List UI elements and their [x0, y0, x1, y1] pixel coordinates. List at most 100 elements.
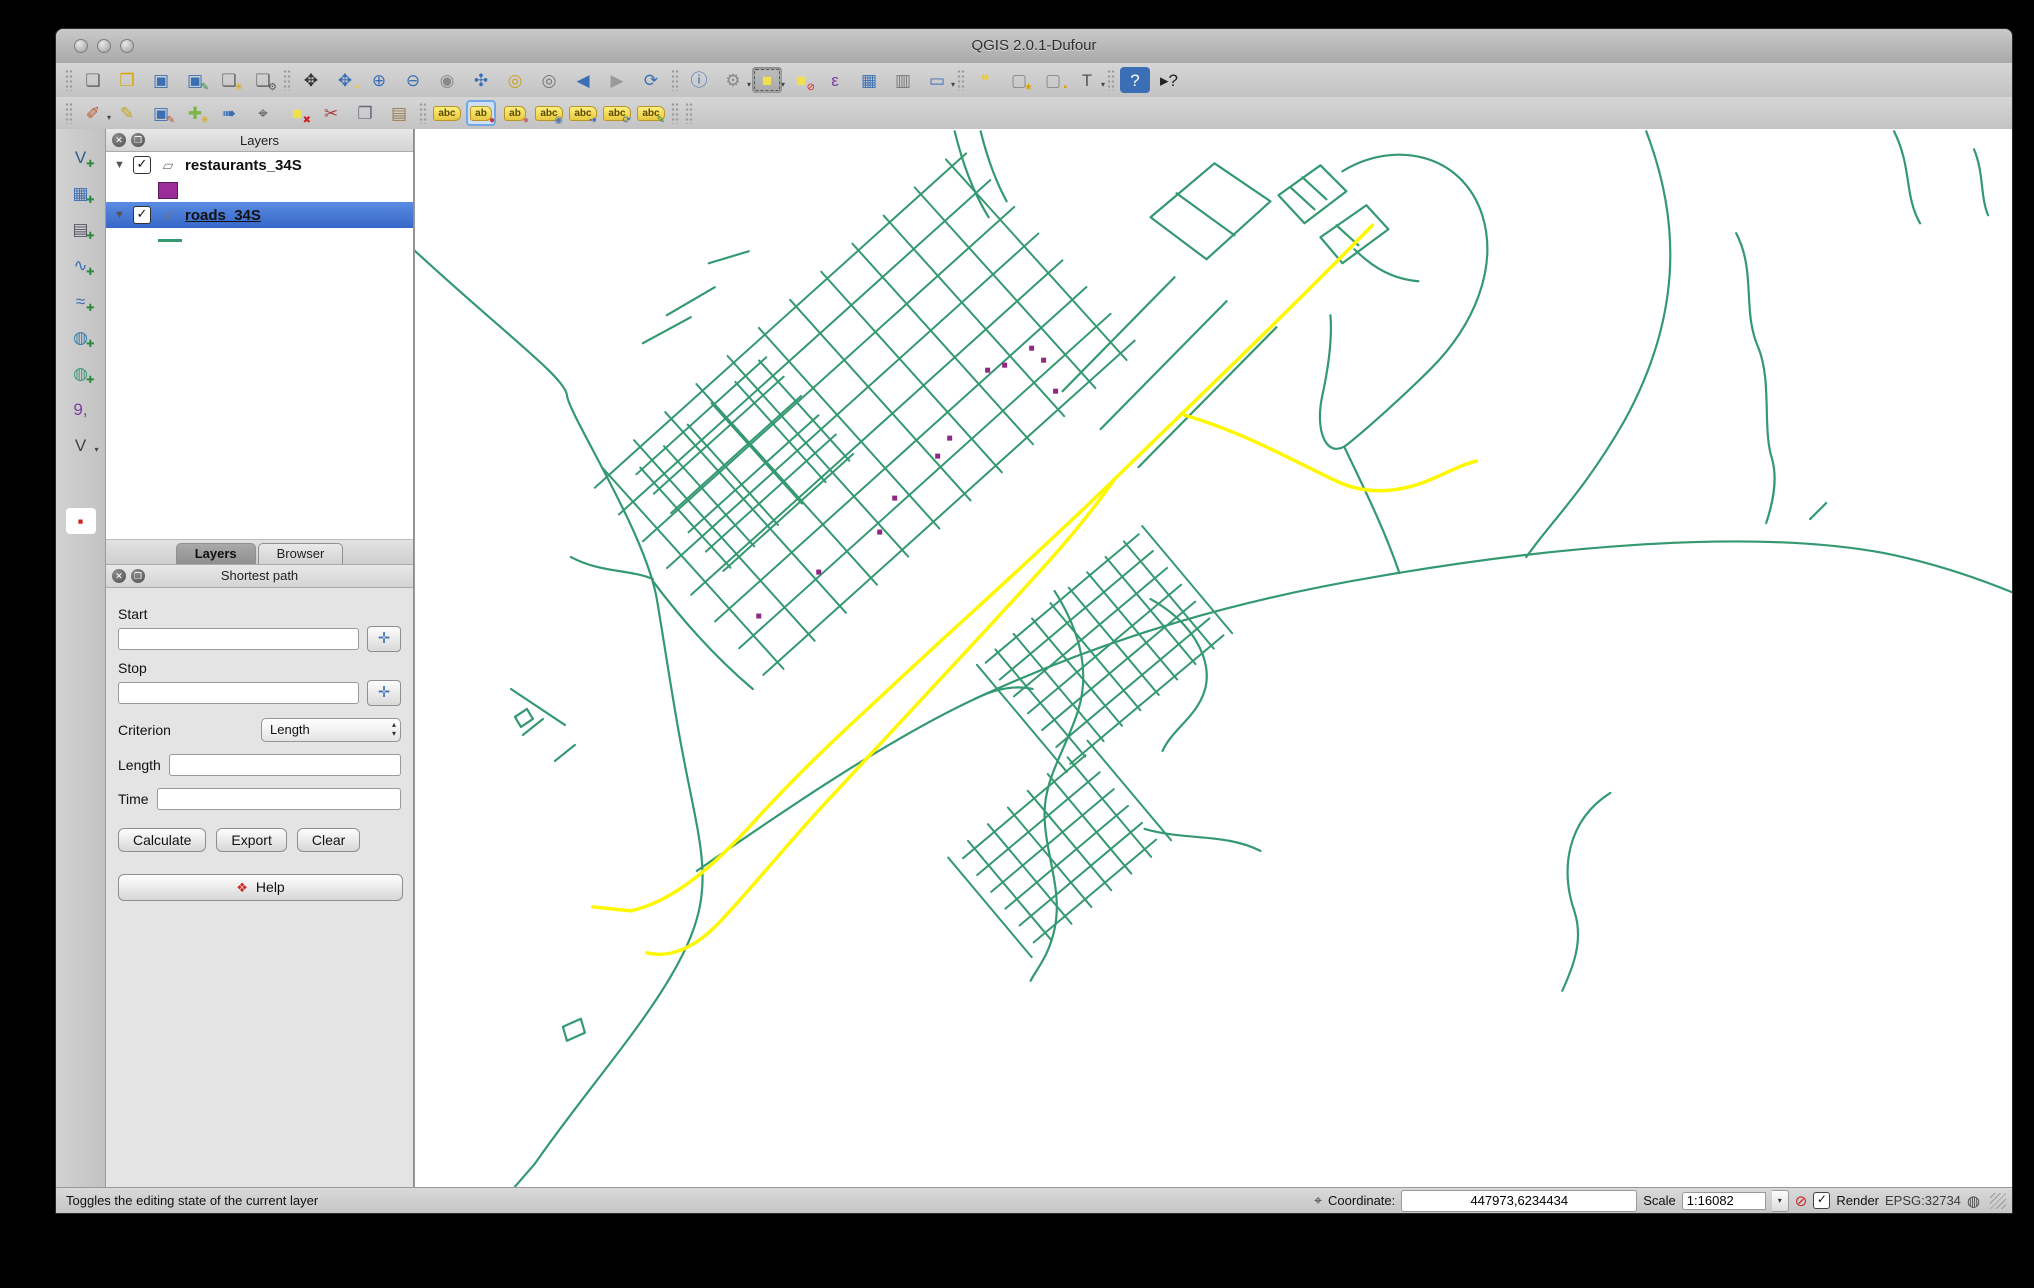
add-postgis-layer-button[interactable]: ▤ ✚: [66, 216, 96, 242]
layer-row-restaurants[interactable]: ▼ ✓ ▱ restaurants_34S: [106, 152, 413, 178]
stop-render-icon[interactable]: ⊘: [1795, 1192, 1808, 1210]
toggle-editing-button[interactable]: ✎: [112, 100, 142, 126]
expander-icon[interactable]: ▼: [114, 209, 126, 221]
current-edits-button[interactable]: ✐ ▾: [78, 100, 111, 126]
save-project-as-button[interactable]: ▣ ✎: [180, 67, 210, 93]
capture-stop-point-button[interactable]: ✛: [367, 679, 401, 706]
zoom-native-button[interactable]: ◉: [432, 67, 462, 93]
remove-annotation-button[interactable]: ▪: [65, 508, 96, 534]
move-feature-button[interactable]: ➠: [214, 100, 244, 126]
run-feature-action-button[interactable]: ⚙ ▾: [718, 67, 751, 93]
show-hide-labels-button[interactable]: abc ◉: [534, 100, 564, 126]
zoom-next-button[interactable]: ▶: [602, 67, 632, 93]
select-features-button[interactable]: ■ ▾: [752, 67, 785, 93]
add-vector-layer-button[interactable]: V ✚: [66, 144, 96, 170]
add-wfs-layer-button[interactable]: 9,: [66, 396, 96, 422]
help-button[interactable]: ❖ Help: [118, 873, 403, 901]
save-project-button[interactable]: ▣: [146, 67, 176, 93]
start-input[interactable]: [118, 627, 359, 650]
pan-to-selection-button[interactable]: ✥ ▪: [330, 67, 360, 93]
tab-browser[interactable]: Browser: [257, 542, 344, 564]
identify-features-button[interactable]: ⓘ: [684, 67, 714, 93]
zoom-in-button[interactable]: ⊕: [364, 67, 394, 93]
layers-panel-float-icon[interactable]: ❐: [131, 133, 145, 147]
help-contents-button[interactable]: ?: [1120, 67, 1150, 93]
text-annotation-button[interactable]: T ▾: [1072, 67, 1105, 93]
zoom-to-selection-button[interactable]: ◎: [500, 67, 530, 93]
scale-input[interactable]: [1681, 1191, 1766, 1210]
add-feature-button[interactable]: ✚ ✳: [180, 100, 210, 126]
add-mssql-layer-button[interactable]: ≈ ✚: [66, 288, 96, 314]
paste-features-button[interactable]: ▤: [384, 100, 414, 126]
layers-panel-close-icon[interactable]: ✕: [112, 133, 126, 147]
length-output[interactable]: [168, 753, 401, 776]
calculate-button[interactable]: Calculate: [118, 827, 207, 852]
map-canvas[interactable]: [414, 129, 2012, 1187]
whats-this-button[interactable]: ▸?: [1154, 67, 1184, 93]
rotate-label-button[interactable]: abc ⟳: [602, 100, 632, 126]
text-annotation-dropdown-icon[interactable]: ▾: [1101, 80, 1105, 89]
refresh-map-button[interactable]: ⟳: [636, 67, 666, 93]
capture-start-point-button[interactable]: ✛: [367, 625, 401, 652]
zoom-to-layer-button[interactable]: ◎: [534, 67, 564, 93]
current-edits-dropdown-icon[interactable]: ▾: [107, 113, 111, 122]
expander-icon[interactable]: ▼: [114, 159, 126, 171]
layer-row-roads[interactable]: ▼ ✓ √ roads_34S: [106, 202, 413, 228]
time-output[interactable]: [156, 787, 401, 810]
clear-button[interactable]: Clear: [296, 827, 361, 852]
crs-button-icon[interactable]: ◍: [1967, 1192, 1980, 1210]
criterion-dropdown[interactable]: Length ▴ ▾: [261, 717, 401, 742]
new-project-button[interactable]: ❏: [78, 67, 108, 93]
layer-name[interactable]: restaurants_34S: [185, 157, 302, 174]
export-button[interactable]: Export: [216, 827, 287, 852]
zoom-out-button[interactable]: ⊖: [398, 67, 428, 93]
add-raster-layer-button[interactable]: ▦ ✚: [66, 180, 96, 206]
set-label-pin-button[interactable]: ab ●: [466, 100, 496, 126]
show-bookmarks-button[interactable]: ▢ ▪: [1038, 67, 1068, 93]
save-layer-edits-button[interactable]: ▣ ✎: [146, 100, 176, 126]
copy-features-button[interactable]: ❐: [350, 100, 380, 126]
zoom-full-button[interactable]: ✣: [466, 67, 496, 93]
tab-layers[interactable]: Layers: [175, 542, 256, 564]
delete-selected-button[interactable]: ■ ✖: [282, 100, 312, 126]
cut-features-button[interactable]: ✂: [316, 100, 346, 126]
new-shapefile-layer-button[interactable]: V ▾: [66, 432, 99, 458]
move-label-button[interactable]: abc ➜: [568, 100, 598, 126]
add-spatialite-layer-button[interactable]: ∿ ✚: [66, 252, 96, 278]
measure-line-dropdown-icon[interactable]: ▾: [951, 80, 955, 89]
layer-checkbox[interactable]: ✓: [133, 156, 151, 174]
render-checkbox[interactable]: ✓: [1813, 1192, 1831, 1209]
zoom-last-button[interactable]: ◀: [568, 67, 598, 93]
restaurant-point: [756, 613, 762, 619]
shortest-path-float-icon[interactable]: ❐: [131, 568, 145, 583]
open-attribute-table-button[interactable]: ▦: [854, 67, 884, 93]
shortest-path-close-icon[interactable]: ✕: [112, 568, 126, 583]
new-bookmark-button[interactable]: ▢ ★: [1004, 67, 1034, 93]
composer-manager-button[interactable]: ❏ ⚙: [248, 67, 278, 93]
coordinate-toggle-icon[interactable]: ⌖: [1314, 1192, 1322, 1209]
title-bar[interactable]: QGIS 2.0.1-Dufour: [56, 29, 2012, 64]
select-by-expression-button[interactable]: ε: [820, 67, 850, 93]
node-tool-button[interactable]: ⌖: [248, 100, 278, 126]
pan-map-button[interactable]: ✥: [296, 67, 326, 93]
new-print-composer-button[interactable]: ❏ ✳: [214, 67, 244, 93]
layer-name[interactable]: roads_34S: [185, 207, 261, 224]
layer-checkbox[interactable]: ✓: [133, 206, 151, 224]
resize-grip[interactable]: [1990, 1192, 2006, 1209]
layer-labeling-options-button[interactable]: abc: [432, 100, 462, 126]
coordinate-input[interactable]: [1401, 1189, 1638, 1212]
new-shapefile-layer-dropdown-icon[interactable]: ▾: [94, 445, 98, 454]
add-wms-layer-button[interactable]: ◍ ✚: [66, 324, 96, 350]
add-wcs-layer-button[interactable]: ◍ ✚: [66, 360, 96, 386]
field-calculator-button[interactable]: ▥: [888, 67, 918, 93]
change-label-properties-button[interactable]: abc ✎: [636, 100, 666, 126]
select-features-dropdown-icon[interactable]: ▾: [781, 80, 785, 89]
run-feature-action-dropdown-icon[interactable]: ▾: [747, 80, 751, 89]
pin-unpin-labels-button[interactable]: ab ●: [500, 100, 530, 126]
stop-input[interactable]: [118, 681, 359, 704]
open-project-button[interactable]: ❐: [112, 67, 142, 93]
scale-dropdown-icon[interactable]: ▾: [1771, 1189, 1789, 1212]
map-tips-button[interactable]: ❝: [970, 67, 1000, 93]
deselect-features-button[interactable]: ■ ⊘: [786, 67, 816, 93]
measure-line-button[interactable]: ▭ ▾: [922, 67, 955, 93]
